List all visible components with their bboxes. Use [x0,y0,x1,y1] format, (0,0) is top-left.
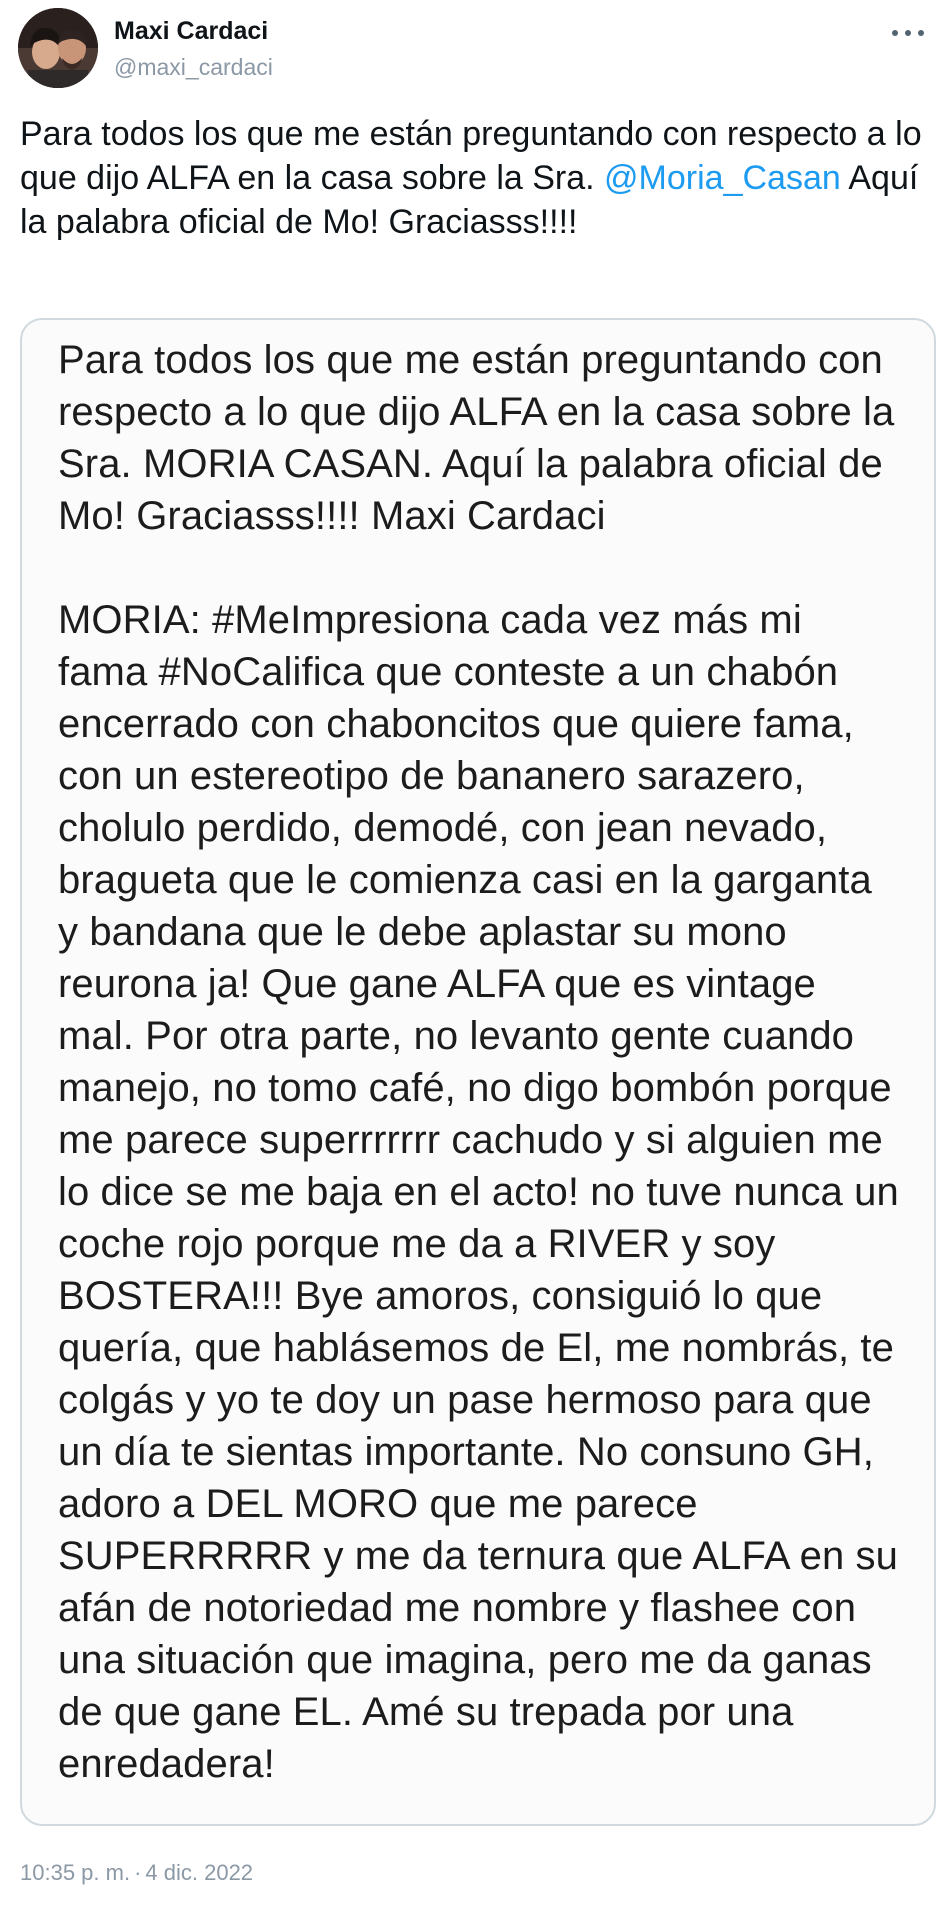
dot [918,30,924,36]
tweet: Maxi Cardaci @maxi_cardaci Para todos lo… [0,0,950,1907]
image-text-paragraph: Para todos los que me están preguntando … [58,338,895,538]
more-options-icon[interactable] [886,18,930,48]
avatar-image [18,8,98,88]
attached-image[interactable]: Para todos los que me están preguntando … [20,318,936,1826]
dot [905,30,911,36]
tweet-text: Para todos los que me están preguntando … [20,112,930,244]
tweet-header: Maxi Cardaci @maxi_cardaci [18,8,930,90]
mention-link[interactable]: @Moria_Casan [604,159,841,197]
tweet-time: 10:35 p. m. [20,1860,131,1885]
author-names: Maxi Cardaci @maxi_cardaci [114,16,273,82]
separator: · [134,1860,142,1885]
author-handle[interactable]: @maxi_cardaci [114,52,273,82]
dot [892,30,898,36]
tweet-timestamp[interactable]: 10:35 p. m. · 4 dic. 2022 [20,1858,253,1888]
image-text-paragraph: MORIA: #MeImpresiona cada vez más mi fam… [58,598,899,1786]
author-display-name[interactable]: Maxi Cardaci [114,16,273,46]
avatar[interactable] [18,8,98,88]
tweet-date: 4 dic. 2022 [145,1860,254,1885]
